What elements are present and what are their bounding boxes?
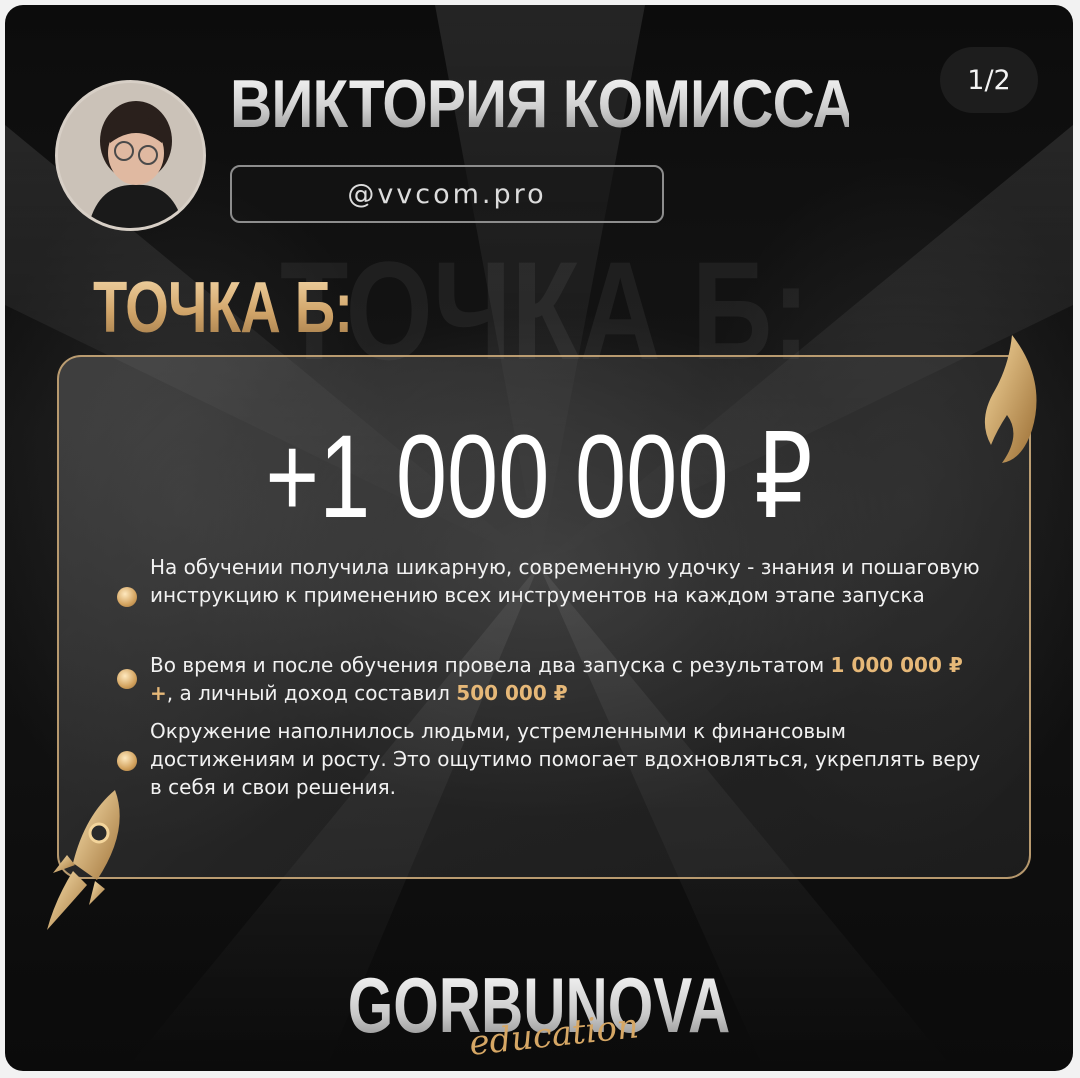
bullet-dot-icon [117, 587, 137, 607]
bullet-highlight: 500 000 ₽ [456, 681, 568, 705]
bullet-text: На обучении получила шикарную, современн… [150, 555, 980, 607]
profile-name: ВИКТОРИЯ КОМИССАРОВА [230, 66, 1017, 142]
bullet-text-part: , а личный доход составил [166, 681, 457, 705]
rocket-icon [47, 790, 120, 930]
bullet-text-part: Во время и после обучения провела два за… [150, 653, 831, 677]
avatar-portrait-icon [58, 83, 203, 228]
avatar [55, 80, 206, 231]
page-counter-badge: 1/2 [940, 47, 1038, 113]
section-title: ТОЧКА Б: [93, 268, 353, 348]
profile-handle-text: @vvcom.pro [347, 178, 547, 210]
bullet-dot-icon [117, 669, 137, 689]
bullet-text: Окружение наполнилось людьми, устремленн… [150, 719, 981, 799]
profile-handle[interactable]: @vvcom.pro [230, 165, 664, 223]
flame-icon [984, 335, 1037, 463]
income-amount: +1 000 000 ₽ [265, 411, 813, 543]
bullet-dot-icon [117, 751, 137, 771]
bullet-text: Во время и после обучения провела два за… [150, 651, 990, 707]
story-frame: ТОЧКА Б: ВИКТОРИЯ КОМИССАРОВА @vvcom.pro… [5, 5, 1073, 1071]
